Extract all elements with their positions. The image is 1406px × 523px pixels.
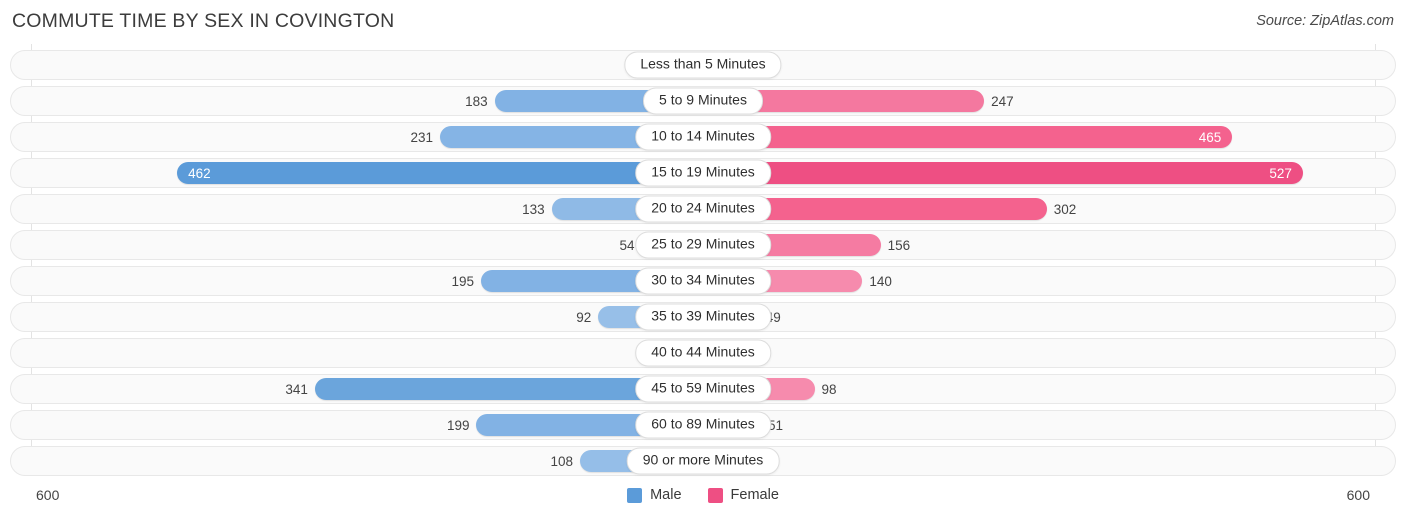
bar-rows: 2829Less than 5 Minutes 183 247 5 to 9 Minu… [10, 50, 1396, 482]
category-label: Less than 5 Minutes [624, 51, 782, 79]
female-half: 156 [703, 231, 1395, 259]
male-value-label: 341 [285, 381, 308, 397]
female-value-label: 465 [1198, 129, 1222, 145]
category-label: 45 to 59 Minutes [635, 375, 771, 403]
category-label: 5 to 9 Minutes [643, 87, 763, 115]
source-attribution: Source: ZipAtlas.com [1256, 13, 1394, 29]
chart-legend: Male Female [0, 487, 1406, 503]
category-label: 35 to 39 Minutes [635, 303, 771, 331]
male-value-label: 92 [576, 309, 592, 325]
category-label: 20 to 24 Minutes [635, 195, 771, 223]
male-value-label: 133 [522, 201, 545, 217]
female-half: 98 [703, 375, 1395, 403]
table-row: 133 302 20 to 24 Minutes [10, 194, 1396, 224]
male-half: 183 [11, 87, 703, 115]
page-title: COMMUTE TIME BY SEX IN COVINGTON [12, 10, 395, 32]
legend-label: Male [650, 487, 682, 503]
table-row: 195 140 30 to 34 Minutes [10, 266, 1396, 296]
male-value-label: 195 [451, 273, 475, 289]
female-value-label: 302 [1053, 201, 1077, 217]
category-label: 10 to 14 Minutes [635, 123, 771, 151]
table-row: 108 1290 or more Minutes [10, 446, 1396, 476]
female-value-label: 156 [887, 237, 911, 253]
category-label: 60 to 89 Minutes [635, 411, 771, 439]
female-value-label: 247 [991, 93, 1014, 109]
female-half: 302 [703, 195, 1395, 223]
male-half: 92 [11, 303, 703, 331]
legend-swatch-icon [707, 487, 723, 503]
table-row: 341 98 45 to 59 Minutes [10, 374, 1396, 404]
male-value-label: 462 [188, 165, 211, 181]
table-row: 231 465 10 to 14 Minutes [10, 122, 1396, 152]
legend-swatch-icon [627, 487, 643, 503]
category-label: 15 to 19 Minutes [635, 159, 771, 187]
male-half: 54 [11, 231, 703, 259]
table-row: 2829Less than 5 Minutes [10, 50, 1396, 80]
male-value-label: 231 [410, 129, 434, 145]
chart-footer: 600 600 Male Female [0, 485, 1406, 523]
male-half: 231 [11, 123, 703, 151]
female-half: 140 [703, 267, 1395, 295]
male-value-label: 199 [446, 417, 470, 433]
female-bar: 465 [703, 126, 1233, 148]
table-row: 183 247 5 to 9 Minutes [10, 86, 1396, 116]
female-half: 247 [703, 87, 1395, 115]
table-row: 404040 to 44 Minutes [10, 338, 1396, 368]
male-half: 462 [11, 159, 703, 187]
male-half: 133 [11, 195, 703, 223]
female-half: 465 [703, 123, 1395, 151]
male-half: 40 [11, 339, 703, 367]
female-half: 12 [703, 447, 1395, 475]
chart-header: COMMUTE TIME BY SEX IN COVINGTON Source:… [0, 0, 1406, 44]
male-bar: 462 [177, 162, 703, 184]
female-value-label: 527 [1269, 165, 1292, 181]
legend-item[interactable]: Male [627, 487, 682, 503]
female-half: 29 [703, 51, 1395, 79]
male-value-label: 54 [619, 237, 635, 253]
category-label: 90 or more Minutes [626, 447, 780, 475]
female-half: 40 [703, 339, 1395, 367]
female-half: 527 [703, 159, 1395, 187]
female-half: 49 [703, 303, 1395, 331]
category-label: 25 to 29 Minutes [635, 231, 771, 259]
category-label: 40 to 44 Minutes [635, 339, 771, 367]
category-label: 30 to 34 Minutes [635, 267, 771, 295]
chart-plot-area: 2829Less than 5 Minutes 183 247 5 to 9 Minu… [0, 44, 1406, 485]
male-value-label: 108 [550, 453, 574, 469]
female-half: 51 [703, 411, 1395, 439]
male-half: 195 [11, 267, 703, 295]
legend-label: Female [730, 487, 779, 503]
table-row: 462 527 15 to 19 Minutes [10, 158, 1396, 188]
female-bar: 527 [703, 162, 1303, 184]
female-value-label: 140 [869, 273, 892, 289]
male-half: 108 [11, 447, 703, 475]
male-half: 199 [11, 411, 703, 439]
table-row: 54 156 25 to 29 Minutes [10, 230, 1396, 260]
female-value-label: 98 [821, 381, 837, 397]
male-value-label: 183 [465, 93, 488, 109]
table-row: 199 51 60 to 89 Minutes [10, 410, 1396, 440]
male-half: 341 [11, 375, 703, 403]
table-row: 92 49 35 to 39 Minutes [10, 302, 1396, 332]
male-half: 28 [11, 51, 703, 79]
legend-item[interactable]: Female [707, 487, 779, 503]
